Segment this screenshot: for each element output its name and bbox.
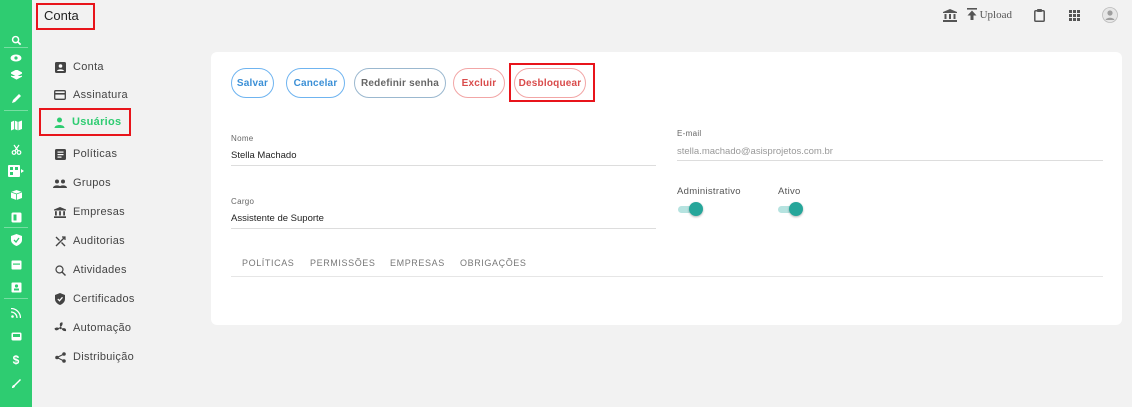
nav-item-politicas[interactable]: Políticas <box>40 143 117 165</box>
nav-label-automacao: Automação <box>73 322 132 334</box>
admin-toggle[interactable] <box>678 202 704 216</box>
shield-icon[interactable] <box>6 232 26 248</box>
bus-icon[interactable] <box>6 329 26 345</box>
bank-icon[interactable] <box>942 8 957 22</box>
nav-item-empresas[interactable]: Empresas <box>40 201 125 223</box>
user-detail-card: Salvar Cancelar Redefinir senha Excluir … <box>211 52 1122 325</box>
calendar-icon[interactable] <box>6 256 26 272</box>
scissors-icon[interactable] <box>6 141 26 157</box>
unlock-highlight <box>509 63 595 102</box>
search-icon[interactable] <box>6 32 26 48</box>
magnify-icon <box>53 264 67 276</box>
nav-label-empresas: Empresas <box>73 206 125 218</box>
apps-grid-icon[interactable] <box>1069 9 1080 21</box>
icon-rail: $ <box>0 0 32 407</box>
active-toggle[interactable] <box>778 202 804 216</box>
email-label: E-mail <box>677 129 702 138</box>
nav-item-usuarios[interactable]: Usuários <box>39 108 131 136</box>
top-toolbar: Upload <box>942 6 1118 24</box>
box-icon[interactable] <box>6 187 26 203</box>
delete-button[interactable]: Excluir <box>453 68 505 98</box>
person-icon <box>52 116 66 128</box>
qr-icon[interactable] <box>6 163 26 179</box>
admin-label: Administrativo <box>677 186 741 197</box>
upload-label: Upload <box>979 9 1012 21</box>
shield-icon <box>53 293 67 305</box>
cancel-button[interactable]: Cancelar <box>286 68 345 98</box>
audit-icon <box>53 235 67 247</box>
nav-label-conta: Conta <box>73 61 104 73</box>
pencil-icon[interactable] <box>6 90 26 106</box>
nav-item-auditorias[interactable]: Auditorias <box>40 230 125 252</box>
account-box-icon <box>53 61 67 73</box>
nav-label-auditorias: Auditorias <box>73 235 125 247</box>
layers-icon[interactable] <box>6 67 26 83</box>
email-field: stella.machado@asisprojetos.com.br <box>677 146 833 157</box>
nav-item-conta[interactable]: Conta <box>40 56 104 78</box>
nav-item-grupos[interactable]: Grupos <box>40 172 111 194</box>
upload-icon <box>966 7 977 23</box>
reset-password-button[interactable]: Redefinir senha <box>354 68 446 98</box>
active-label: Ativo <box>778 186 801 197</box>
tab-obrigacoes[interactable]: OBRIGAÇÕES <box>460 258 527 268</box>
eye-icon[interactable] <box>6 50 26 66</box>
tab-politicas[interactable]: POLÍTICAS <box>242 258 294 268</box>
nav-item-assinatura[interactable]: Assinatura <box>40 84 128 106</box>
nav-label-usuarios: Usuários <box>72 116 122 128</box>
group-icon <box>53 177 67 189</box>
id-card-icon[interactable] <box>6 279 26 295</box>
nav-label-distribuicao: Distribuição <box>73 351 135 363</box>
name-label: Nome <box>231 134 254 143</box>
upload-button[interactable]: Upload <box>966 7 1012 23</box>
page-title: Conta <box>36 3 95 30</box>
fan-icon <box>53 322 67 334</box>
clipboard-icon[interactable] <box>1034 8 1045 22</box>
book-icon[interactable] <box>6 209 26 225</box>
nav-item-distribuicao[interactable]: Distribuição <box>40 346 134 368</box>
tab-permissoes[interactable]: PERMISSÕES <box>310 258 376 268</box>
bank-icon <box>53 206 67 218</box>
nav-label-assinatura: Assinatura <box>73 89 128 101</box>
role-label: Cargo <box>231 197 255 206</box>
nav-label-atividades: Atividades <box>73 264 127 276</box>
nav-label-politicas: Políticas <box>73 148 118 160</box>
avatar[interactable] <box>1102 7 1118 23</box>
credit-card-icon <box>53 89 67 101</box>
rss-icon[interactable] <box>6 305 26 321</box>
save-button[interactable]: Salvar <box>231 68 274 98</box>
role-field[interactable]: Assistente de Suporte <box>231 213 324 224</box>
user-tabs: POLÍTICAS PERMISSÕES EMPRESAS OBRIGAÇÕES <box>231 255 1103 277</box>
name-field[interactable]: Stella Machado <box>231 150 296 161</box>
nav-label-grupos: Grupos <box>73 177 111 189</box>
dollar-icon[interactable]: $ <box>6 352 26 368</box>
nav-item-atividades[interactable]: Atividades <box>40 259 127 281</box>
tab-empresas[interactable]: EMPRESAS <box>390 258 445 268</box>
nav-item-automacao[interactable]: Automação <box>40 317 131 339</box>
map-icon[interactable] <box>6 117 26 133</box>
nav-item-certificados[interactable]: Certificados <box>40 288 135 310</box>
brush-icon[interactable] <box>6 375 26 391</box>
nav-label-certificados: Certificados <box>73 293 135 305</box>
share-icon <box>53 351 67 363</box>
policy-icon <box>53 148 67 160</box>
